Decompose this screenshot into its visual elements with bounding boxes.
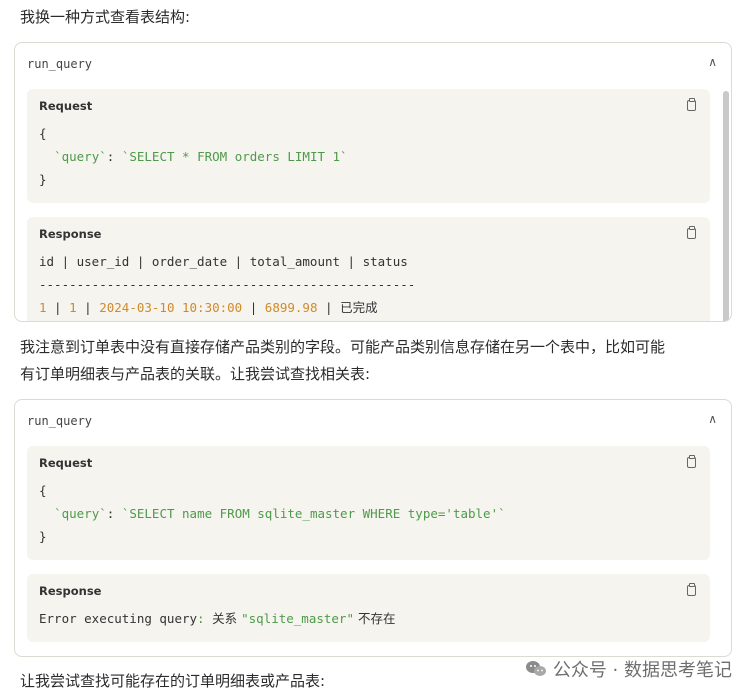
copy-icon[interactable] <box>687 98 696 111</box>
intro-text: 我换一种方式查看表结构: <box>20 8 191 26</box>
error-message: Error executing query: 关系 "sqlite_master… <box>39 607 395 630</box>
tool-name: run_query <box>27 57 93 71</box>
query-key: `query` <box>54 506 107 521</box>
middle-text-line-1: 我注意到订单表中没有直接存储产品类别的字段。可能产品类别信息存储在另一个表中，比… <box>20 338 666 356</box>
request-code: { `query`: `SELECT * FROM orders LIMIT 1… <box>39 122 348 191</box>
request-panel: Request { `query`: `SELECT * FROM orders… <box>27 89 710 203</box>
brace-open: { <box>39 483 47 498</box>
response-label: Response <box>39 584 102 598</box>
response-divider: ----------------------------------------… <box>39 277 416 292</box>
request-label: Request <box>39 99 93 113</box>
error-colon: : <box>197 611 213 626</box>
cell-user-id: 1 <box>69 300 77 315</box>
error-cn-1: 关系 <box>212 611 242 626</box>
response-label: Response <box>39 227 102 241</box>
request-panel: Request { `query`: `SELECT name FROM sql… <box>27 446 710 560</box>
cell-id: 1 <box>39 300 47 315</box>
query-sep: : <box>106 506 122 521</box>
request-code: { `query`: `SELECT name FROM sqlite_mast… <box>39 479 506 548</box>
brace-open: { <box>39 126 47 141</box>
response-header: id | user_id | order_date | total_amount… <box>39 254 408 269</box>
tool-call-card-2[interactable]: run_query ∧ Request { `query`: `SELECT n… <box>14 399 732 657</box>
request-label: Request <box>39 456 93 470</box>
cell-status: 已完成 <box>340 300 378 315</box>
middle-text-line-2: 有订单明细表与产品表的关联。让我尝试查找相关表: <box>20 365 371 383</box>
cell-order-date: 2024-03-10 10:30:00 <box>99 300 243 315</box>
copy-icon[interactable] <box>687 455 696 468</box>
brace-close: } <box>39 172 47 187</box>
copy-icon[interactable] <box>687 226 696 239</box>
wechat-icon <box>525 661 546 676</box>
chevron-up-icon[interactable]: ∧ <box>708 55 717 69</box>
tool-call-card-1[interactable]: run_query ∧ Request { `query`: `SELECT *… <box>14 42 732 322</box>
response-code: id | user_id | order_date | total_amount… <box>39 254 416 315</box>
watermark-text: 公众号 · 数据思考笔记 <box>552 660 732 681</box>
brace-close: } <box>39 529 47 544</box>
response-panel: Response id | user_id | order_date | tot… <box>27 217 710 321</box>
query-value: `SELECT name FROM sqlite_master WHERE ty… <box>121 506 506 521</box>
cell-total-amount: 6899.98 <box>264 300 318 315</box>
query-key: `query` <box>54 149 107 164</box>
copy-icon[interactable] <box>687 583 696 596</box>
query-sep: : <box>106 149 122 164</box>
scrollbar-thumb[interactable] <box>723 91 729 321</box>
watermark: 公众号 · 数据思考笔记 <box>525 656 732 682</box>
chevron-up-icon[interactable]: ∧ <box>708 412 717 426</box>
error-prefix: Error executing query <box>39 611 198 626</box>
query-value: `SELECT * FROM orders LIMIT 1` <box>121 149 348 164</box>
response-panel: Response Error executing query: 关系 "sqli… <box>27 574 710 642</box>
bottom-text: 让我尝试查找可能存在的订单明细表或产品表: <box>20 672 326 690</box>
tool-name: run_query <box>27 414 93 428</box>
error-name: "sqlite_master" <box>241 611 354 626</box>
error-cn-2: 不存在 <box>353 611 396 626</box>
